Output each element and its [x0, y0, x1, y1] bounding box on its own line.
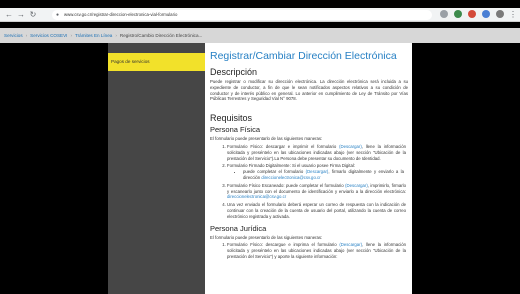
star-icon[interactable]: [440, 10, 448, 18]
persona-juridica-heading: Persona Jurídica: [210, 223, 267, 233]
requisitos-heading: Requisitos: [210, 113, 253, 124]
breadcrumb-tramites[interactable]: Trámites En Línea: [75, 33, 112, 38]
screenshot-frame: ← → ↻ ● www.csv.go.cr/registrar-direccio…: [0, 0, 520, 294]
item-text: Una vez enviado el formulario deberá esp…: [227, 202, 406, 219]
menu-icon[interactable]: ⋮: [508, 10, 518, 20]
extension-icon[interactable]: [482, 10, 490, 18]
reload-icon[interactable]: ↻: [28, 10, 38, 20]
download-link[interactable]: (Descargar): [306, 169, 329, 174]
main-content: Registrar/Cambiar Dirección Electrónica …: [205, 43, 412, 294]
url-field[interactable]: ● www.csv.go.cr/registrar-direccion-elec…: [52, 10, 432, 20]
item-text: puede completar el formulario: [243, 169, 306, 175]
list-item: Formulario Físico: descargue e imprima e…: [227, 242, 408, 259]
download-link[interactable]: (Descargar): [339, 242, 362, 247]
extension-icon[interactable]: [454, 10, 462, 18]
fisica-intro: El formulario puede presentarlo de las s…: [210, 136, 323, 142]
item-text: Formulario Físico Escaneado: puede compl…: [227, 182, 346, 188]
descripcion-heading: Descripción: [210, 67, 258, 77]
url-text: www.csv.go.cr/registrar-direccion-electr…: [64, 12, 178, 17]
profile-icon[interactable]: [496, 10, 504, 18]
breadcrumb-current: Registro/Cambio Dirección Electrónica...: [119, 33, 203, 38]
list-item: Formulario Físico: descargar e imprimir …: [227, 144, 408, 161]
lock-icon: ●: [56, 12, 60, 18]
breadcrumb-servicios-cosevi[interactable]: Servicios COSEVI: [30, 33, 67, 38]
breadcrumb: Servicios › Servicios COSEVI › Trámites En L…: [0, 28, 520, 43]
list-item: puede completar el formulario (Descargar…: [243, 169, 406, 181]
back-icon[interactable]: ←: [4, 10, 14, 20]
page-title: Registrar/Cambiar Dirección Electrónica: [210, 50, 397, 62]
list-item: Formulario Firmado Digitalmente: Si el u…: [227, 163, 408, 180]
descripcion-text: Puede registrar o modificar su dirección…: [210, 79, 408, 102]
email-link[interactable]: direccionelectronica@csv.go.cr: [227, 194, 286, 199]
breadcrumb-servicios[interactable]: Servicios: [4, 33, 23, 38]
browser-address-bar: ← → ↻ ● www.csv.go.cr/registrar-direccio…: [0, 8, 520, 22]
persona-fisica-heading: Persona Física: [210, 125, 261, 135]
list-item: Formulario Físico Escaneado: puede compl…: [227, 183, 408, 200]
forward-icon[interactable]: →: [16, 10, 26, 20]
email-link[interactable]: direccionelectronica@csv.go.cr: [261, 175, 320, 180]
item-text: Formulario Firmado Digitalmente: Si el u…: [227, 163, 355, 169]
list-item: Una vez enviado el formulario deberá esp…: [227, 202, 408, 219]
item-text: Formulario Físico: descargue e imprima e…: [227, 242, 340, 248]
sidebar-item-pagos[interactable]: Pagos de servicios: [108, 53, 205, 71]
juridica-intro: El formulario puede presentarlo de las s…: [210, 234, 323, 240]
download-link[interactable]: (Descargar): [345, 183, 368, 188]
sidebar: Pagos de servicios: [108, 43, 205, 294]
item-text: Formulario Físico: descargar e imprimir …: [227, 143, 340, 149]
fisica-list: Formulario Físico: descargar e imprimir …: [227, 144, 408, 220]
juridica-list: Formulario Físico: descargue e imprima e…: [227, 242, 408, 259]
download-link[interactable]: (Descargar): [339, 144, 362, 149]
sub-list: puede completar el formulario (Descargar…: [243, 169, 406, 181]
extension-icon[interactable]: [468, 10, 476, 18]
